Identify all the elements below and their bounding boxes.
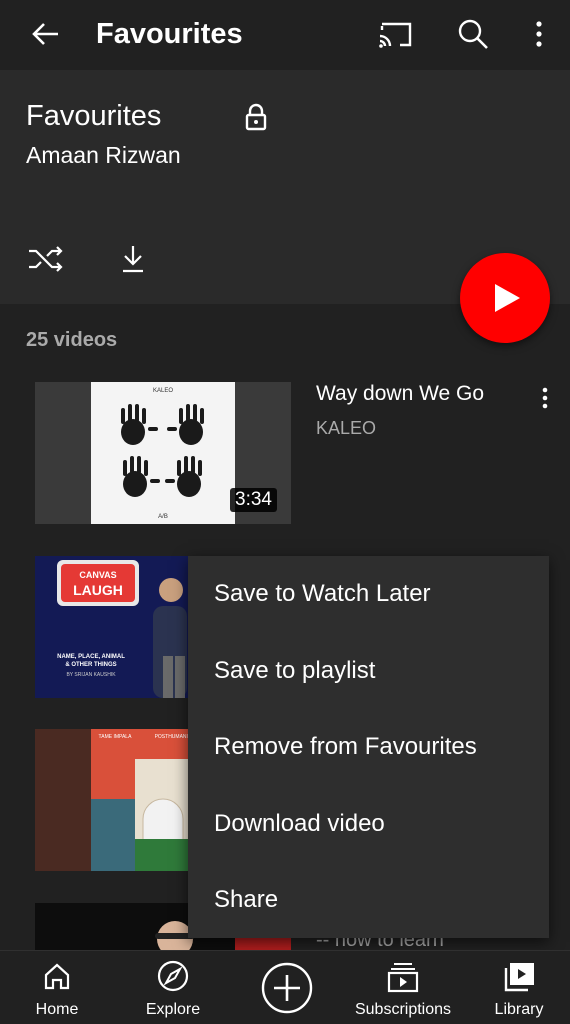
svg-text:NAME, PLACE, ANIMAL: NAME, PLACE, ANIMAL	[57, 654, 125, 660]
nav-label: Subscriptions	[354, 1001, 452, 1018]
playlist-title: Favourites	[26, 100, 162, 132]
add-circle-icon	[261, 962, 313, 1014]
svg-text:& OTHER THINGS: & OTHER THINGS	[65, 662, 116, 668]
video-channel[interactable]: KALEO	[316, 416, 376, 440]
shuffle-icon[interactable]	[26, 242, 64, 276]
video-count: 25 videos	[26, 329, 118, 351]
compass-icon	[157, 960, 189, 992]
download-icon[interactable]	[118, 242, 148, 276]
video-thumbnail[interactable]: KALEO A/B 3:34	[35, 382, 291, 524]
lock-icon	[245, 103, 267, 131]
app-bar: Favourites	[0, 0, 570, 70]
svg-text:TAME IMPALA: TAME IMPALA	[99, 734, 133, 740]
nav-home[interactable]: Home	[20, 951, 94, 1024]
menu-item-download-video[interactable]: Download video	[214, 808, 544, 840]
menu-item-share[interactable]: Share	[214, 884, 544, 916]
bottom-navigation: Home Explore Subscriptions Library	[0, 950, 570, 1024]
home-icon	[44, 963, 70, 990]
svg-text:BY SRIJAN KAUSHIK: BY SRIJAN KAUSHIK	[66, 672, 116, 678]
nav-label: Home	[35, 1001, 79, 1018]
menu-item-save-watch-later[interactable]: Save to Watch Later	[214, 578, 544, 610]
more-vert-icon[interactable]	[526, 16, 552, 52]
menu-item-save-playlist[interactable]: Save to playlist	[214, 655, 544, 687]
nav-library[interactable]: Library	[484, 951, 554, 1024]
nav-explore[interactable]: Explore	[136, 951, 210, 1024]
nav-label: Library	[494, 1001, 544, 1018]
video-more-icon[interactable]	[534, 385, 556, 411]
handprints-image: KALEO A/B	[121, 388, 204, 520]
library-icon	[504, 963, 534, 992]
play-icon	[495, 284, 520, 312]
cast-icon[interactable]	[376, 16, 416, 52]
play-all-button[interactable]	[460, 253, 550, 343]
svg-text:KALEO: KALEO	[153, 388, 173, 394]
svg-text:CANVAS: CANVAS	[79, 570, 116, 580]
nav-label: Explore	[145, 1001, 201, 1018]
nav-create[interactable]	[258, 951, 316, 1024]
svg-text:A/B: A/B	[158, 514, 168, 520]
svg-text:LAUGH: LAUGH	[73, 582, 123, 598]
page-title: Favourites	[96, 18, 243, 50]
search-icon[interactable]	[455, 16, 491, 52]
album-art: KALEO A/B	[91, 382, 235, 524]
video-duration: 3:34	[230, 488, 277, 512]
video-title[interactable]: Way down We Go	[316, 380, 484, 408]
playlist-owner[interactable]: Amaan Rizwan	[26, 140, 186, 170]
nav-subscriptions[interactable]: Subscriptions	[350, 951, 456, 1024]
arrow-left-icon[interactable]	[28, 16, 64, 52]
menu-item-remove-favourites[interactable]: Remove from Favourites	[214, 731, 544, 763]
context-menu: Save to Watch Later Save to playlist Rem…	[188, 556, 549, 938]
subscriptions-icon	[387, 963, 419, 993]
